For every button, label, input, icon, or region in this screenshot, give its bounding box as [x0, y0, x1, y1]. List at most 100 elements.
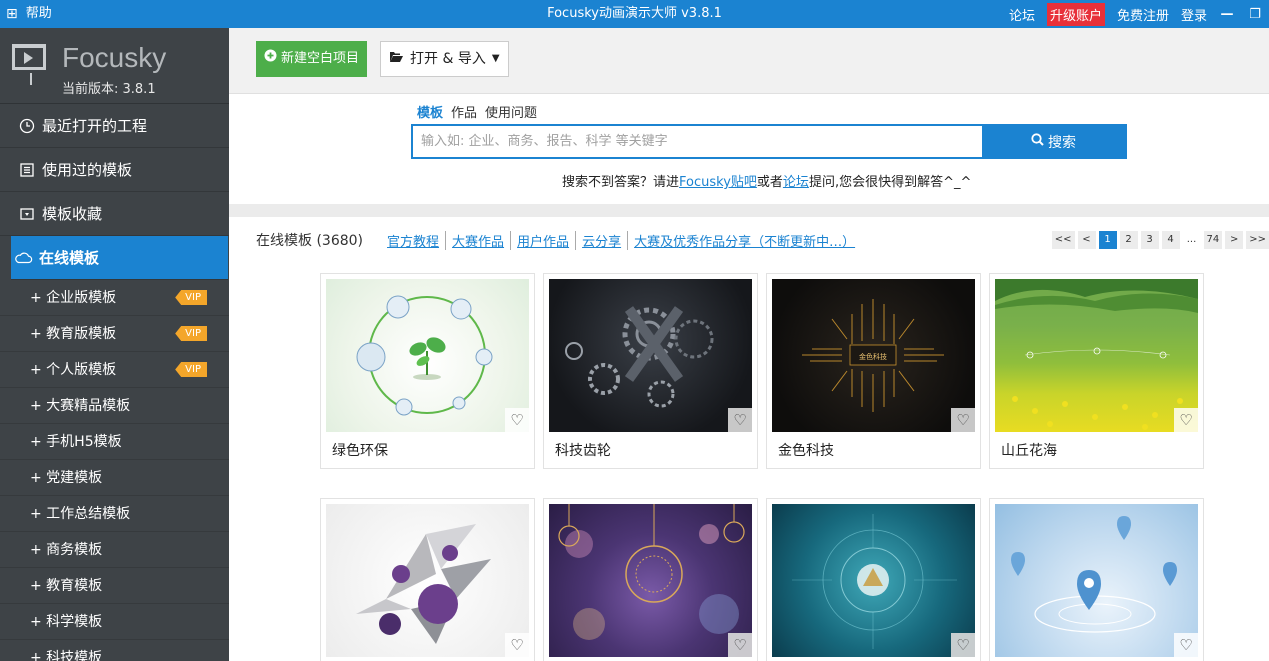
restore-icon[interactable]: ❐: [1247, 7, 1263, 22]
sidebar-item-recent[interactable]: 最近打开的工程: [0, 104, 229, 148]
sidebar-sub-science[interactable]: + 科学模板: [0, 604, 229, 640]
sub-label: + 企业版模板: [30, 290, 117, 306]
logo-icon: [12, 44, 46, 70]
template-card[interactable]: 金色科技 ♡ 金色科技: [766, 273, 981, 469]
titlebar-left: ⊞ 帮助: [6, 0, 52, 28]
tab-questions[interactable]: 使用问题: [485, 102, 537, 121]
heart-icon[interactable]: ♡: [1174, 408, 1198, 432]
sidebar-item-label: 模板收藏: [42, 204, 103, 223]
sidebar-sub-h5[interactable]: + 手机H5模板: [0, 424, 229, 460]
help-mid: 或者: [756, 175, 783, 190]
page-74[interactable]: 74: [1203, 231, 1223, 249]
focusky-tieba-link[interactable]: Focusky贴吧: [679, 175, 757, 190]
open-import-button[interactable]: 打开 & 导入 ▼: [380, 41, 509, 77]
template-card[interactable]: ♡: [320, 498, 535, 661]
sidebar-item-online-templates[interactable]: 在线模板: [11, 236, 228, 280]
heart-icon[interactable]: ♡: [728, 408, 752, 432]
sidebar-sub-technology[interactable]: + 科技模板: [0, 640, 229, 661]
sidebar-item-used-templates[interactable]: 使用过的模板: [0, 148, 229, 192]
page-last[interactable]: >>: [1246, 231, 1269, 249]
search-icon: [1031, 133, 1044, 150]
filter-official-tutorial[interactable]: 官方教程: [381, 230, 447, 250]
template-title: 绿色环保: [332, 443, 388, 459]
heart-icon[interactable]: ♡: [1174, 633, 1198, 657]
minimize-icon[interactable]: —: [1219, 7, 1235, 22]
sub-label: + 科学模板: [30, 614, 103, 630]
filter-cloud-share[interactable]: 云分享: [576, 230, 629, 250]
heart-icon[interactable]: ♡: [951, 633, 975, 657]
sub-label: + 科技模板: [30, 650, 103, 661]
help-prefix: 搜索不到答案？请进: [562, 175, 680, 190]
filter-user-works[interactable]: 用户作品: [511, 230, 577, 250]
pagination: << < 1 2 3 4 ... 74 > >>: [1051, 231, 1269, 249]
page-prev[interactable]: <: [1077, 231, 1096, 249]
page-3[interactable]: 3: [1140, 231, 1159, 249]
template-card[interactable]: ♡ 科技齿轮: [543, 273, 758, 469]
page-2[interactable]: 2: [1119, 231, 1138, 249]
sidebar-sub-business[interactable]: + 商务模板: [0, 532, 229, 568]
sub-label: + 商务模板: [30, 542, 103, 558]
template-thumbnail[interactable]: ♡: [549, 279, 752, 432]
template-card[interactable]: ♡: [766, 498, 981, 661]
template-thumbnail[interactable]: 金色科技 ♡: [772, 279, 975, 432]
logo-name: Focusky: [62, 42, 167, 73]
upgrade-account-button[interactable]: 升级账户: [1046, 2, 1105, 26]
register-link[interactable]: 免费注册: [1117, 5, 1169, 24]
help-menu[interactable]: 帮助: [26, 0, 52, 28]
template-thumbnail[interactable]: ♡: [326, 279, 529, 432]
template-card[interactable]: ♡ 绿色环保: [320, 273, 535, 469]
sidebar-sub-contest[interactable]: + 大赛精品模板: [0, 388, 229, 424]
heart-icon[interactable]: ♡: [728, 633, 752, 657]
template-card[interactable]: ♡: [543, 498, 758, 661]
search-help-text: 搜索不到答案？请进Focusky贴吧或者论坛提问,您会很快得到解答^_^: [562, 171, 971, 190]
list-icon: [18, 161, 36, 179]
heart-icon[interactable]: ♡: [951, 408, 975, 432]
forum-help-link[interactable]: 论坛: [783, 175, 809, 190]
template-count: 在线模板 (3680): [256, 233, 364, 249]
open-import-label: 打开 & 导入: [410, 51, 486, 67]
new-project-label: 新建空白项目: [281, 51, 360, 66]
vip-badge: VIP: [175, 362, 207, 377]
template-title: 山丘花海: [1001, 443, 1057, 459]
sidebar-sub-work-summary[interactable]: + 工作总结模板: [0, 496, 229, 532]
sidebar-sub-personal[interactable]: + 个人版模板 VIP: [0, 352, 229, 388]
heart-icon[interactable]: ♡: [505, 408, 529, 432]
page-1[interactable]: 1: [1098, 231, 1117, 249]
forum-link[interactable]: 论坛: [1009, 5, 1035, 24]
app-menu-icon[interactable]: ⊞: [6, 0, 18, 28]
sidebar-sub-education-edition[interactable]: + 教育版模板 VIP: [0, 316, 229, 352]
page-next[interactable]: >: [1225, 231, 1244, 249]
sidebar-item-label: 最近打开的工程: [42, 116, 148, 135]
vip-badge: VIP: [175, 290, 207, 305]
template-thumbnail[interactable]: ♡: [995, 279, 1198, 432]
heart-icon[interactable]: ♡: [505, 633, 529, 657]
version-label: 当前版本: 3.8.1: [62, 82, 156, 97]
template-card[interactable]: ♡: [989, 498, 1204, 661]
sub-label: + 工作总结模板: [30, 506, 131, 522]
sub-label: + 教育版模板: [30, 326, 117, 342]
template-thumbnail[interactable]: ♡: [326, 504, 529, 657]
sidebar-item-favorites[interactable]: 模板收藏: [0, 192, 229, 236]
svg-text:金色科技: 金色科技: [859, 352, 887, 361]
tab-templates[interactable]: 模板: [417, 102, 443, 129]
page-4[interactable]: 4: [1161, 231, 1180, 249]
sidebar-sub-party[interactable]: + 党建模板: [0, 460, 229, 496]
login-link[interactable]: 登录: [1181, 5, 1207, 24]
sidebar-item-label: 在线模板: [39, 248, 100, 267]
page-first[interactable]: <<: [1051, 231, 1075, 249]
template-card[interactable]: ♡ 山丘花海: [989, 273, 1204, 469]
template-thumbnail[interactable]: ♡: [772, 504, 975, 657]
template-thumbnail[interactable]: ♡: [995, 504, 1198, 657]
filter-excellent-share[interactable]: 大赛及优秀作品分享（不断更新中…）: [628, 231, 861, 250]
tab-works[interactable]: 作品: [451, 102, 477, 121]
template-gallery: 在线模板 (3680) 官方教程 大赛作品 用户作品 云分享 大赛及优秀作品分享…: [229, 217, 1269, 661]
sidebar-sub-education[interactable]: + 教育模板: [0, 568, 229, 604]
filter-contest-works[interactable]: 大赛作品: [446, 230, 512, 250]
template-thumbnail[interactable]: ♡: [549, 504, 752, 657]
search-input[interactable]: [413, 126, 982, 157]
search-button[interactable]: 搜索: [982, 126, 1125, 157]
sub-label: + 教育模板: [30, 578, 103, 594]
new-project-button[interactable]: 新建空白项目: [256, 41, 368, 77]
search-area: 模板 作品 使用问题 搜索 搜索不到答案？请进Focusky贴吧或者论坛提问,您…: [229, 94, 1269, 204]
sidebar-sub-enterprise[interactable]: + 企业版模板 VIP: [0, 280, 229, 316]
